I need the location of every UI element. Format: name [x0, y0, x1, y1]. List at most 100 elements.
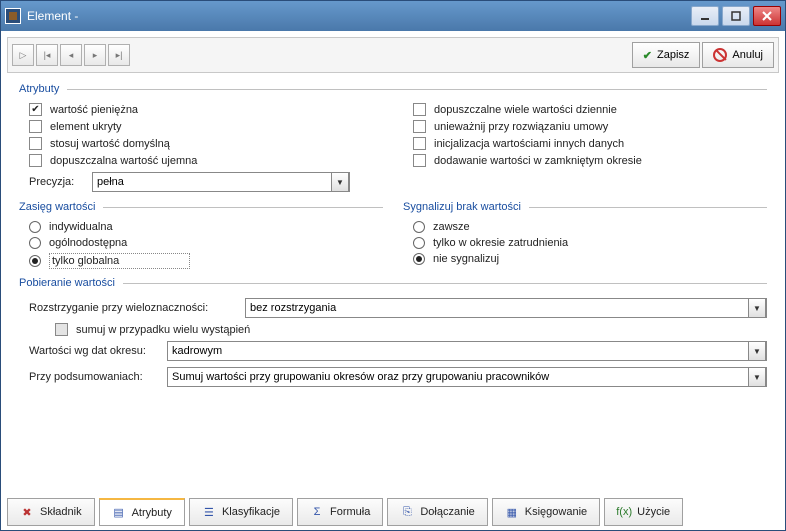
app-window: Element - ▷ |◂ ◂ ▸ ▸| ✔ Zapisz Anuluj: [0, 0, 786, 531]
maximize-icon: [731, 11, 741, 21]
chevron-down-icon: ▼: [748, 341, 766, 361]
app-icon: [5, 8, 21, 24]
group-title: Sygnalizuj brak wartości: [403, 201, 521, 213]
tab-classifications[interactable]: ☰ Klasyfikacje: [189, 498, 293, 526]
chevron-down-icon: ▼: [331, 172, 349, 192]
nav-play-button[interactable]: ▷: [12, 44, 34, 66]
minimize-icon: [700, 11, 710, 21]
formula-icon: Σ: [310, 505, 324, 519]
content-area: Atrybuty ✔ wartość pieniężna element ukry…: [1, 77, 785, 494]
checkbox-add-closed[interactable]: [413, 154, 426, 167]
checkbox-hidden[interactable]: [29, 120, 42, 133]
divider: [529, 207, 767, 208]
tab-label: Klasyfikacje: [222, 506, 280, 518]
accounting-icon: ▦: [505, 505, 519, 519]
close-icon: [762, 11, 772, 21]
summary-label: Przy podsumowaniach:: [29, 371, 159, 383]
cancel-button[interactable]: Anuluj: [702, 42, 774, 68]
save-button[interactable]: ✔ Zapisz: [632, 42, 701, 68]
group-signal: Sygnalizuj brak wartości zawsze tylko w …: [403, 201, 767, 267]
precision-value: pełna: [97, 176, 124, 188]
checkbox-default[interactable]: [29, 137, 42, 150]
checkbox-monetary[interactable]: ✔: [29, 103, 42, 116]
checkbox-label: inicjalizacja wartościami innych danych: [434, 138, 624, 150]
toolbar: ▷ |◂ ◂ ▸ ▸| ✔ Zapisz Anuluj: [7, 37, 779, 73]
tab-attach[interactable]: ⎘ Dołączanie: [387, 498, 487, 526]
radio-always[interactable]: [413, 221, 425, 233]
chevron-down-icon: ▼: [748, 367, 766, 387]
checkbox-negative[interactable]: [29, 154, 42, 167]
attributes-icon: ▤: [112, 506, 126, 520]
checkbox-label: dodawanie wartości w zamkniętym okresie: [434, 155, 642, 167]
ambiguity-combo[interactable]: bez rozstrzygania ▼: [245, 298, 767, 318]
tab-bar: ✖ Składnik ▤ Atrybuty ☰ Klasyfikacje ΣFormu…: [1, 494, 785, 530]
check-icon: ✔: [643, 49, 652, 62]
titlebar[interactable]: Element -: [1, 1, 785, 31]
checkbox-invalidate[interactable]: [413, 120, 426, 133]
save-label: Zapisz: [657, 49, 689, 61]
checkbox-multi-daily[interactable]: [413, 103, 426, 116]
tab-label: Księgowanie: [525, 506, 587, 518]
radio-global[interactable]: [29, 255, 41, 267]
cancel-icon: [713, 48, 727, 62]
classifications-icon: ☰: [202, 505, 216, 519]
component-icon: ✖: [20, 505, 34, 519]
nav-first-button[interactable]: |◂: [36, 44, 58, 66]
precision-combo[interactable]: pełna ▼: [92, 172, 350, 192]
tab-label: Użycie: [637, 506, 670, 518]
checkbox-init-other[interactable]: [413, 137, 426, 150]
radio-public[interactable]: [29, 237, 41, 249]
values-by-value: kadrowym: [172, 345, 222, 357]
checkbox-sum-multi[interactable]: [55, 323, 68, 336]
cancel-label: Anuluj: [732, 49, 763, 61]
close-button[interactable]: [753, 6, 781, 26]
tab-label: Składnik: [40, 506, 82, 518]
prev-icon: ◂: [69, 50, 74, 61]
tab-usage[interactable]: f(x) Użycie: [604, 498, 683, 526]
group-title: Zasięg wartości: [19, 201, 95, 213]
group-retrieval: Pobieranie wartości Rozstrzyganie przy w…: [19, 277, 767, 390]
tab-label: Dołączanie: [420, 506, 474, 518]
radio-individual[interactable]: [29, 221, 41, 233]
group-title: Pobieranie wartości: [19, 277, 115, 289]
group-attributes: Atrybuty ✔ wartość pieniężna element ukry…: [19, 83, 767, 195]
checkbox-label: dopuszczalna wartość ujemna: [50, 155, 197, 167]
group-scope: Zasięg wartości indywidualna ogólnodostę…: [19, 201, 383, 271]
group-title: Atrybuty: [19, 83, 59, 95]
checkbox-label: sumuj w przypadku wielu wystąpień: [76, 324, 250, 336]
checkbox-label: element ukryty: [50, 121, 122, 133]
checkbox-label: wartość pieniężna: [50, 104, 138, 116]
divider: [123, 283, 767, 284]
values-by-combo[interactable]: kadrowym ▼: [167, 341, 767, 361]
divider: [103, 207, 383, 208]
last-icon: ▸|: [116, 50, 123, 61]
tab-accounting[interactable]: ▦ Księgowanie: [492, 498, 600, 526]
minimize-button[interactable]: [691, 6, 719, 26]
chevron-down-icon: ▼: [748, 298, 766, 318]
window-title: Element -: [27, 9, 691, 23]
ambiguity-label: Rozstrzyganie przy wieloznaczności:: [29, 302, 237, 314]
summary-combo[interactable]: Sumuj wartości przy grupowaniu okresów o…: [167, 367, 767, 387]
tab-attributes[interactable]: ▤ Atrybuty: [99, 498, 185, 526]
tab-component[interactable]: ✖ Składnik: [7, 498, 95, 526]
divider: [67, 89, 767, 90]
nav-next-button[interactable]: ▸: [84, 44, 106, 66]
radio-label: tylko w okresie zatrudnienia: [433, 237, 568, 249]
attach-icon: ⎘: [400, 505, 414, 519]
radio-label: zawsze: [433, 221, 470, 233]
maximize-button[interactable]: [722, 6, 750, 26]
first-icon: |◂: [44, 50, 51, 61]
checkbox-label: stosuj wartość domyślną: [50, 138, 170, 150]
radio-no-signal[interactable]: [413, 253, 425, 265]
usage-icon: f(x): [617, 505, 631, 519]
values-by-label: Wartości wg dat okresu:: [29, 345, 159, 357]
radio-label: tylko globalna: [49, 253, 190, 269]
nav-last-button[interactable]: ▸|: [108, 44, 130, 66]
play-icon: ▷: [20, 50, 27, 61]
checkbox-label: unieważnij przy rozwiązaniu umowy: [434, 121, 608, 133]
radio-employment[interactable]: [413, 237, 425, 249]
radio-label: nie sygnalizuj: [433, 253, 499, 265]
tab-label: Atrybuty: [132, 507, 172, 519]
nav-prev-button[interactable]: ◂: [60, 44, 82, 66]
tab-formula[interactable]: ΣFormuła: [297, 498, 383, 526]
